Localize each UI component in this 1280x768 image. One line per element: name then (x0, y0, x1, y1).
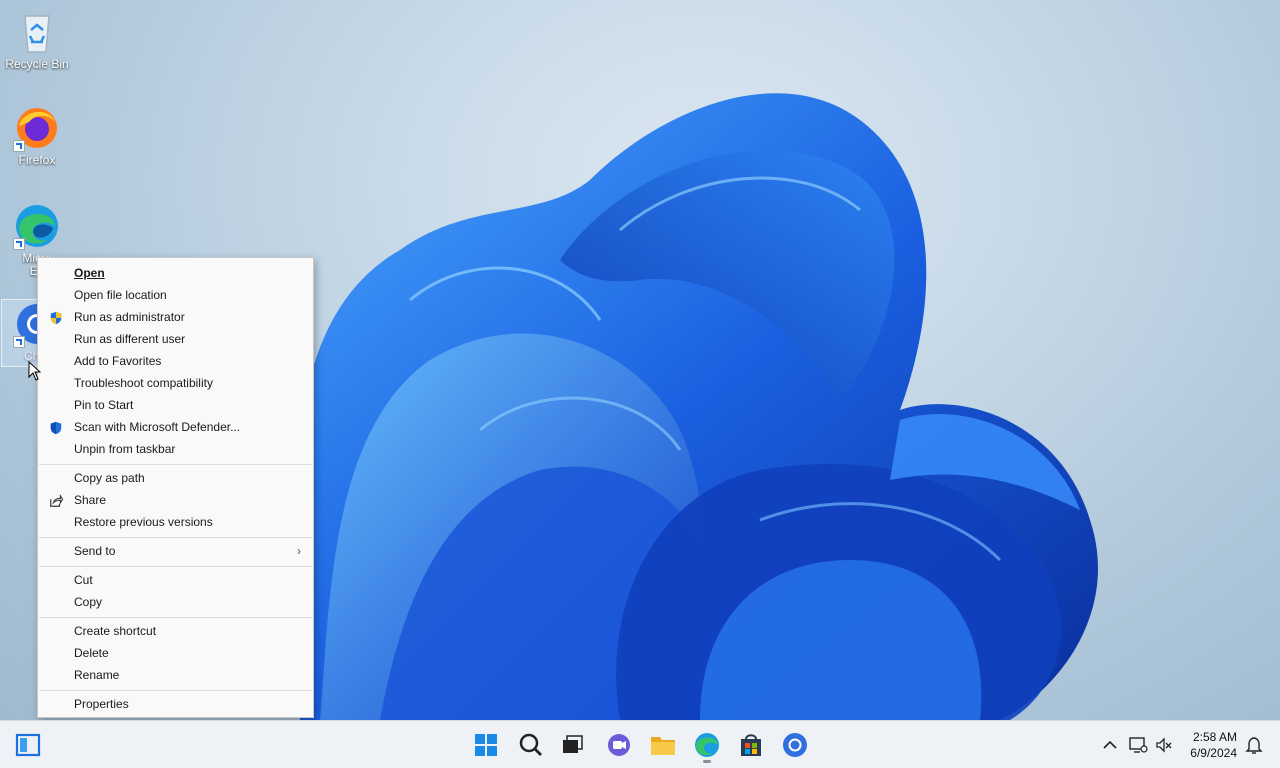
widgets-button[interactable] (12, 729, 44, 761)
menu-item-restore-previous-versions[interactable]: Restore previous versions (38, 511, 313, 533)
menu-item-label: Scan with Microsoft Defender... (74, 420, 241, 434)
file-explorer-icon (651, 737, 675, 755)
clock-date: 6/9/2024 (1190, 746, 1237, 760)
search-icon (519, 733, 542, 756)
menu-item-run-as-different-user[interactable]: Run as different user (38, 328, 313, 350)
volume-muted-icon[interactable] (1154, 735, 1174, 755)
clock[interactable]: 2:58 AM 6/9/2024 (1175, 729, 1237, 761)
recycle-bin-icon (13, 8, 61, 56)
menu-item-properties[interactable]: Properties (38, 693, 313, 715)
defender-shield-icon (48, 420, 64, 435)
menu-item-delete[interactable]: Delete (38, 642, 313, 664)
menu-item-send-to[interactable]: Send to › (38, 540, 313, 562)
menu-item-label: Create shortcut (74, 624, 157, 638)
menu-item-label: Pin to Start (74, 398, 134, 412)
edge-icon (13, 202, 61, 250)
taskbar: 2:58 AM 6/9/2024 (0, 720, 1280, 768)
menu-item-label: Unpin from taskbar (74, 442, 176, 456)
teams-chat-button[interactable] (603, 729, 635, 761)
desktop-icon-recycle-bin[interactable]: Recycle Bin (0, 8, 74, 71)
menu-item-label: Run as administrator (74, 310, 185, 324)
menu-item-label: Properties (74, 697, 129, 711)
start-icon (475, 734, 497, 756)
menu-item-label: Open file location (74, 288, 167, 302)
desktop-icon-label: Recycle Bin (5, 57, 69, 71)
file-explorer-button[interactable] (647, 729, 679, 761)
context-menu: Open Open file location Run as administr… (37, 257, 314, 718)
menu-item-label: Restore previous versions (74, 515, 213, 529)
menu-separator (39, 617, 312, 618)
menu-item-label: Copy as path (74, 471, 145, 485)
menu-item-label: Share (74, 493, 107, 507)
menu-item-pin-to-start[interactable]: Pin to Start (38, 394, 313, 416)
uac-shield-icon (48, 310, 64, 325)
menu-item-open-file-location[interactable]: Open file location (38, 284, 313, 306)
menu-item-label: Rename (74, 668, 120, 682)
desktop-icon-firefox[interactable]: Firefox (0, 104, 74, 167)
task-view-button[interactable] (556, 729, 588, 761)
menu-item-copy-as-path[interactable]: Copy as path (38, 467, 313, 489)
menu-item-label: Run as different user (74, 332, 186, 346)
notification-icon[interactable] (1244, 735, 1264, 755)
firefox-icon (13, 104, 61, 152)
menu-item-share[interactable]: Share (38, 489, 313, 511)
shortcut-arrow-icon (13, 336, 25, 348)
menu-item-copy[interactable]: Copy (38, 591, 313, 613)
search-button[interactable] (515, 729, 547, 761)
menu-separator (39, 566, 312, 567)
store-button[interactable] (735, 729, 767, 761)
store-icon (741, 734, 761, 756)
menu-item-unpin-from-taskbar[interactable]: Unpin from taskbar (38, 438, 313, 460)
menu-item-scan-with-defender[interactable]: Scan with Microsoft Defender... (38, 416, 313, 438)
menu-separator (39, 690, 312, 691)
task-view-icon (563, 735, 583, 753)
clock-time: 2:58 AM (1192, 730, 1237, 744)
start-button[interactable] (470, 729, 502, 761)
chrome-taskbar-button[interactable] (779, 729, 811, 761)
teams-chat-icon (608, 734, 630, 756)
edge-taskbar-button[interactable] (691, 729, 723, 763)
menu-item-label: Send to (74, 544, 116, 558)
menu-item-troubleshoot-compatibility[interactable]: Troubleshoot compatibility (38, 372, 313, 394)
edge-icon (695, 733, 719, 757)
share-icon (48, 493, 64, 507)
desktop-icon-label: Firefox (18, 153, 56, 167)
mouse-cursor-icon (28, 361, 42, 381)
menu-item-label: Cut (74, 573, 93, 587)
menu-item-label: Copy (74, 595, 103, 609)
menu-item-label: Add to Favorites (74, 354, 162, 368)
menu-separator (39, 464, 312, 465)
show-hidden-icons-chevron[interactable] (1100, 735, 1120, 755)
menu-separator (39, 537, 312, 538)
menu-item-label: Troubleshoot compatibility (74, 376, 213, 390)
menu-item-run-as-administrator[interactable]: Run as administrator (38, 306, 313, 328)
menu-item-create-shortcut[interactable]: Create shortcut (38, 620, 313, 642)
menu-item-open[interactable]: Open (38, 262, 313, 284)
shortcut-arrow-icon (13, 238, 25, 250)
chrome-icon (783, 733, 807, 757)
menu-item-label: Open (74, 266, 105, 280)
network-icon[interactable] (1128, 735, 1148, 755)
menu-item-rename[interactable]: Rename (38, 664, 313, 686)
menu-item-cut[interactable]: Cut (38, 569, 313, 591)
shortcut-arrow-icon (13, 140, 25, 152)
menu-item-add-to-favorites[interactable]: Add to Favorites (38, 350, 313, 372)
running-indicator (703, 760, 711, 763)
menu-item-label: Delete (74, 646, 109, 660)
chevron-right-icon: › (297, 544, 301, 558)
